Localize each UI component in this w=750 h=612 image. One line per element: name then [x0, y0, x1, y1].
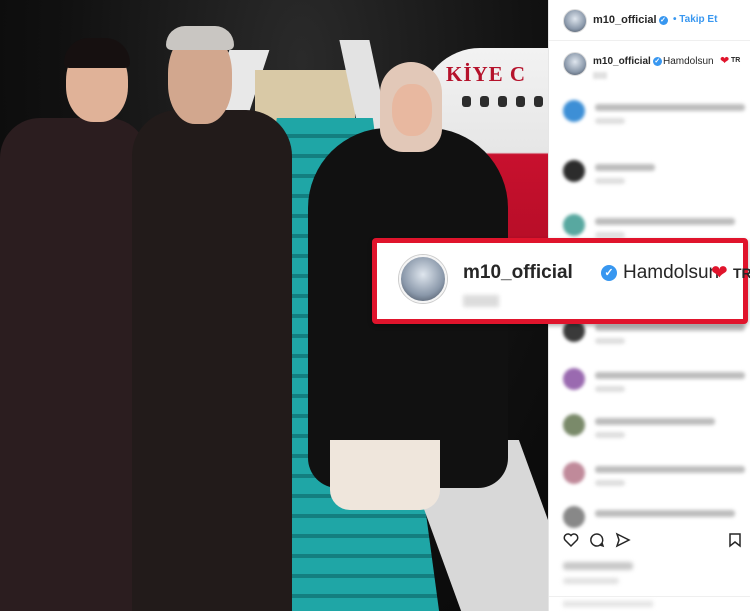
post-header: m10_official ✓ • Takip Et: [549, 0, 750, 41]
comment-text-blurred: [595, 164, 655, 171]
comment-text-blurred: [595, 466, 745, 473]
post-caption: m10_official ✓ Hamdolsun ❤ TR: [549, 46, 750, 90]
comment-text-blurred: [595, 418, 715, 425]
post-date-blurred: [563, 578, 619, 584]
highlighted-caption-callout: m10_official ✓ Hamdolsun ❤ TR: [372, 238, 750, 324]
heart-icon: ❤: [711, 262, 728, 284]
comment-item[interactable]: [549, 410, 750, 450]
avatar[interactable]: [563, 214, 585, 236]
comment-text-blurred: [595, 104, 745, 111]
callout-caption-text: Hamdolsun: [623, 262, 720, 283]
comment-meta-blurred: [595, 338, 625, 344]
comment-text-blurred: [595, 218, 735, 225]
post-actions: [563, 532, 743, 552]
caption-flag-label: TR: [731, 57, 741, 64]
aircraft-livery-text: KİYE C: [446, 62, 527, 86]
verified-check-icon: ✓: [658, 15, 668, 25]
avatar[interactable]: [563, 462, 585, 484]
person-left-body: [0, 118, 148, 611]
comment-item[interactable]: [549, 96, 750, 136]
share-icon[interactable]: [615, 532, 631, 548]
verified-check-icon: ✓: [601, 265, 617, 281]
avatar[interactable]: [563, 506, 585, 528]
heart-outline-icon[interactable]: [563, 532, 579, 548]
comment-item[interactable]: [549, 458, 750, 498]
comment-item[interactable]: [549, 364, 750, 404]
person-center-body: [132, 110, 292, 611]
heart-icon: ❤: [720, 55, 730, 67]
person-left-hair: [64, 38, 130, 68]
comment-meta-blurred: [595, 432, 625, 438]
callout-timestamp-blurred: [463, 295, 499, 307]
person-center-hair: [166, 26, 234, 50]
verified-check-icon: ✓: [652, 56, 662, 66]
comment-item[interactable]: [549, 156, 750, 196]
avatar[interactable]: [563, 368, 585, 390]
comment-meta-blurred: [595, 118, 625, 124]
avatar[interactable]: [563, 414, 585, 436]
bookmark-icon[interactable]: [727, 532, 743, 548]
avatar[interactable]: [563, 52, 587, 76]
callout-username[interactable]: m10_official: [463, 262, 573, 284]
person-right-face: [392, 84, 432, 136]
comment-text-blurred: [595, 324, 745, 331]
header-username[interactable]: m10_official ✓: [593, 14, 668, 26]
avatar[interactable]: [563, 160, 585, 182]
comment-meta-blurred: [595, 178, 625, 184]
comment-text-blurred: [595, 510, 735, 517]
person-right-dress: [330, 440, 440, 510]
comment-icon[interactable]: [589, 532, 605, 548]
caption-text: Hamdolsun: [663, 56, 714, 67]
comment-meta-blurred: [595, 386, 625, 392]
avatar[interactable]: [563, 100, 585, 122]
avatar[interactable]: [563, 9, 587, 33]
comment-text-blurred: [595, 372, 745, 379]
likes-count-blurred[interactable]: [563, 562, 633, 570]
aircraft-windows: [462, 96, 548, 107]
aircraft-door: [255, 70, 355, 122]
follow-button[interactable]: • Takip Et: [673, 14, 717, 25]
comment-meta-blurred: [595, 480, 625, 486]
avatar[interactable]: [399, 255, 447, 303]
caption-timestamp-blurred: [593, 72, 607, 79]
caption-username[interactable]: m10_official ✓: [593, 56, 662, 67]
callout-flag-label: TR: [733, 265, 750, 281]
add-comment-field[interactable]: [549, 596, 750, 612]
